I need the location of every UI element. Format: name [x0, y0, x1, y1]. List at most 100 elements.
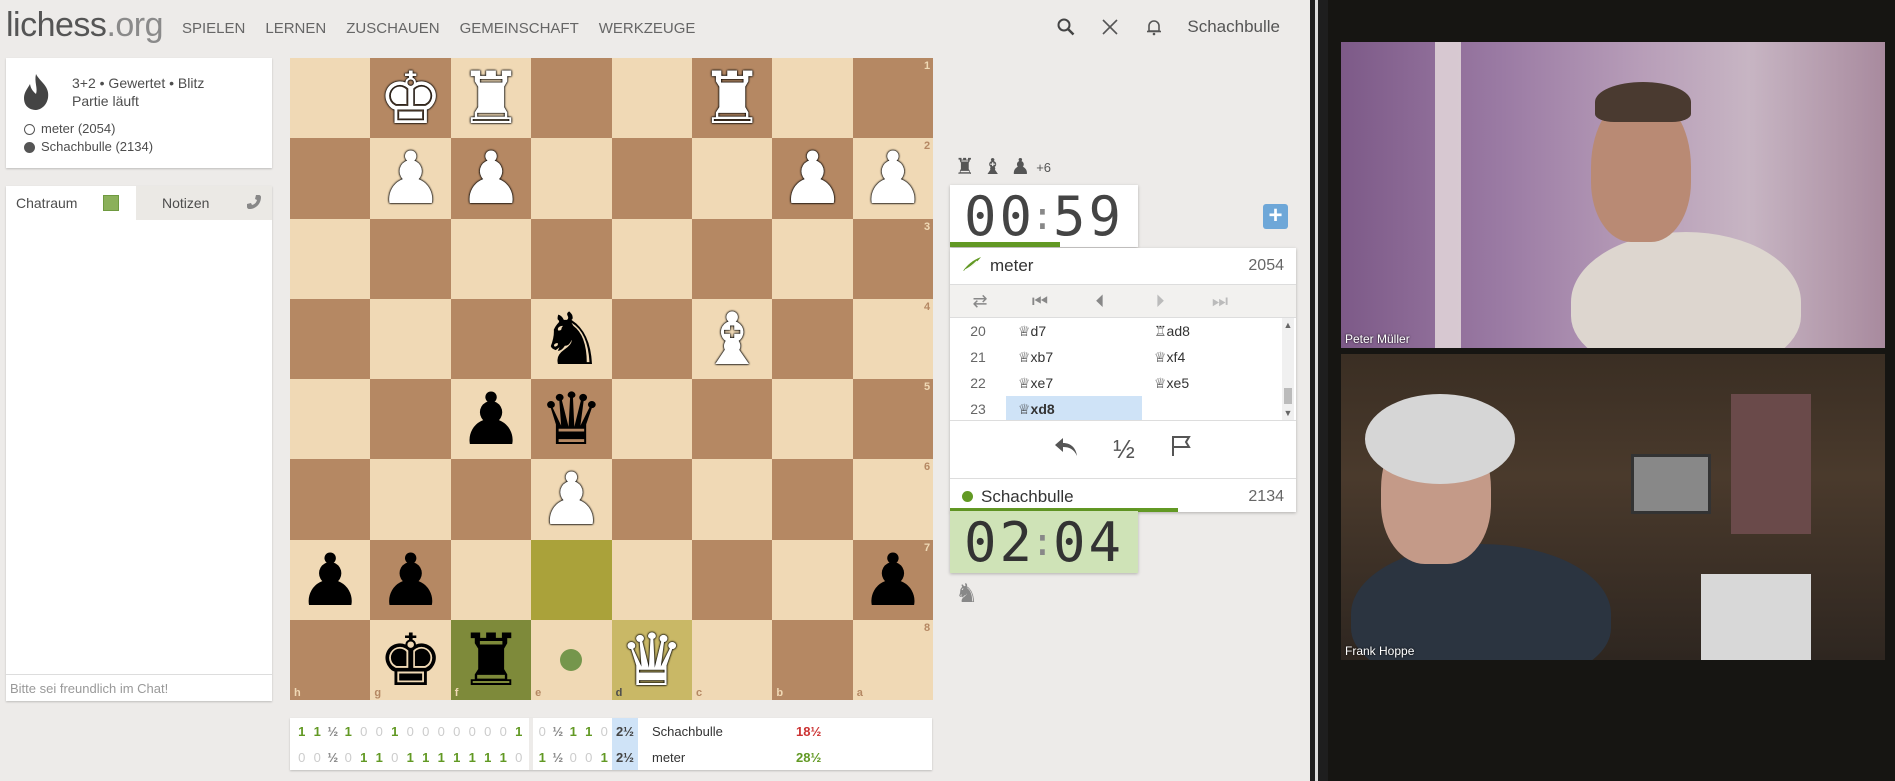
first-move-icon[interactable]: ⏮	[1010, 291, 1070, 312]
square-e1[interactable]	[531, 58, 612, 139]
square-g2[interactable]: ♟	[370, 138, 451, 219]
black-queen-icon[interactable]: ♛	[539, 383, 604, 455]
square-f6[interactable]	[450, 459, 532, 540]
white-queen-icon[interactable]: ♛	[619, 624, 684, 696]
square-h3[interactable]	[290, 218, 371, 299]
crosstable-result[interactable]: ½	[325, 724, 341, 739]
crosstable-result[interactable]: 1	[597, 750, 613, 765]
square-h4[interactable]	[290, 298, 371, 379]
crosstable-result[interactable]: 0	[418, 724, 434, 739]
square-c1[interactable]: ♜	[691, 58, 773, 139]
square-a2[interactable]: ♟ 2	[852, 138, 934, 219]
crosstable-result[interactable]: 1	[418, 750, 434, 765]
square-h6[interactable]	[290, 459, 371, 540]
square-g3[interactable]	[370, 218, 451, 299]
black-pawn-icon[interactable]: ♟	[378, 544, 443, 616]
square-a3[interactable]: 3	[852, 218, 934, 299]
scroll-thumb[interactable]	[1284, 388, 1292, 404]
move-white[interactable]: ♕xe7	[1006, 375, 1142, 392]
crosstable-result[interactable]: 0	[597, 724, 613, 739]
nav-lernen[interactable]: LERNEN	[265, 20, 326, 37]
white-pawn-icon[interactable]: ♟	[780, 142, 845, 214]
square-b4[interactable]	[772, 298, 853, 379]
square-b7[interactable]	[772, 539, 853, 620]
square-b1[interactable]	[772, 58, 853, 139]
offer-draw-button[interactable]: ½	[1113, 434, 1135, 465]
black-pawn-icon[interactable]: ♟	[861, 544, 926, 616]
square-d7[interactable]	[611, 539, 692, 620]
square-a1[interactable]: 1	[852, 58, 934, 139]
white-rook-icon[interactable]: ♜	[700, 62, 765, 134]
square-h7[interactable]: ♟	[290, 539, 371, 620]
square-b3[interactable]	[772, 218, 853, 299]
square-e5[interactable]: ♛	[531, 379, 612, 460]
crosstable-result[interactable]: 0	[480, 724, 496, 739]
square-f1[interactable]: ♜	[450, 58, 532, 139]
scroll-up-icon[interactable]: ▲	[1282, 320, 1294, 330]
tab-chatraum[interactable]: Chatraum	[6, 186, 136, 220]
crosstable-result[interactable]: 1	[449, 750, 465, 765]
next-move-icon[interactable]: ⏵	[1130, 291, 1190, 312]
square-a8[interactable]: 8a	[852, 619, 934, 700]
move-dest-dot[interactable]	[560, 648, 583, 671]
square-f5[interactable]: ♟	[450, 379, 532, 460]
square-e7[interactable]	[531, 539, 612, 620]
white-pawn-icon[interactable]: ♟	[861, 142, 926, 214]
white-player[interactable]: meter (2054)	[24, 120, 153, 138]
crosstable-result[interactable]: 1	[372, 750, 388, 765]
square-b2[interactable]: ♟	[772, 138, 853, 219]
square-f8[interactable]: ♜ f	[450, 619, 532, 700]
crosstable-result[interactable]: 0	[403, 724, 419, 739]
move-white[interactable]: ♕xd8	[1006, 396, 1142, 420]
square-d3[interactable]	[611, 218, 692, 299]
resign-flag-icon[interactable]	[1169, 434, 1193, 465]
nav-zuschauen[interactable]: ZUSCHAUEN	[346, 20, 439, 37]
crosstable-result[interactable]: 1	[496, 750, 512, 765]
white-pawn-icon[interactable]: ♟	[378, 142, 443, 214]
takeback-icon[interactable]	[1053, 434, 1079, 465]
square-g6[interactable]	[370, 459, 451, 540]
crosstable-result[interactable]: 0	[465, 724, 481, 739]
white-pawn-icon[interactable]: ♟	[459, 142, 524, 214]
crosstable-result[interactable]: 0	[356, 724, 372, 739]
crosstable-result[interactable]: 1	[310, 724, 326, 739]
crosstable-result[interactable]: 0	[434, 724, 450, 739]
black-pawn-icon[interactable]: ♟	[298, 544, 363, 616]
square-c3[interactable]	[691, 218, 773, 299]
crosstable-result[interactable]: 0	[511, 750, 527, 765]
crosstable-result[interactable]: 1	[465, 750, 481, 765]
move-list-scrollbar[interactable]: ▲ ▼	[1282, 318, 1294, 420]
square-d6[interactable]	[611, 459, 692, 540]
square-c2[interactable]	[691, 138, 773, 219]
scroll-down-icon[interactable]: ▼	[1282, 408, 1294, 418]
white-bishop-icon[interactable]: ♝	[700, 303, 765, 375]
square-c4[interactable]: ♝	[691, 298, 773, 379]
square-d2[interactable]	[611, 138, 692, 219]
crosstable-result[interactable]: 0	[535, 724, 551, 739]
move-white[interactable]: ♕xb7	[1006, 349, 1142, 366]
crosstable-result[interactable]: ½	[550, 750, 566, 765]
white-king-icon[interactable]: ♚	[378, 62, 443, 134]
crosstable-result[interactable]: 0	[294, 750, 310, 765]
square-a4[interactable]: 4	[852, 298, 934, 379]
square-c5[interactable]	[691, 379, 773, 460]
square-g4[interactable]	[370, 298, 451, 379]
square-e6[interactable]: ♟	[531, 459, 612, 540]
crosstable-result[interactable]: 1	[387, 724, 403, 739]
crosstable-result[interactable]: 1	[403, 750, 419, 765]
square-a6[interactable]: 6	[852, 459, 934, 540]
crosstable-result[interactable]: 1	[566, 724, 582, 739]
move-black[interactable]: ♕xf4	[1142, 349, 1278, 366]
nav-gemeinschaft[interactable]: GEMEINSCHAFT	[460, 20, 579, 37]
crosstable-result[interactable]: 1	[434, 750, 450, 765]
black-player[interactable]: Schachbulle (2134)	[24, 138, 153, 156]
crosstable-result[interactable]: 0	[581, 750, 597, 765]
square-d8[interactable]: ♛ d	[611, 619, 692, 700]
move-black[interactable]: ♖ad8	[1142, 323, 1278, 340]
square-e8[interactable]: e	[531, 619, 612, 700]
crosstable-name[interactable]: meter	[638, 750, 796, 765]
crosstable-result[interactable]: 1	[511, 724, 527, 739]
move-black[interactable]: ♕xe5	[1142, 375, 1278, 392]
square-b6[interactable]	[772, 459, 853, 540]
square-h1[interactable]	[290, 58, 371, 139]
